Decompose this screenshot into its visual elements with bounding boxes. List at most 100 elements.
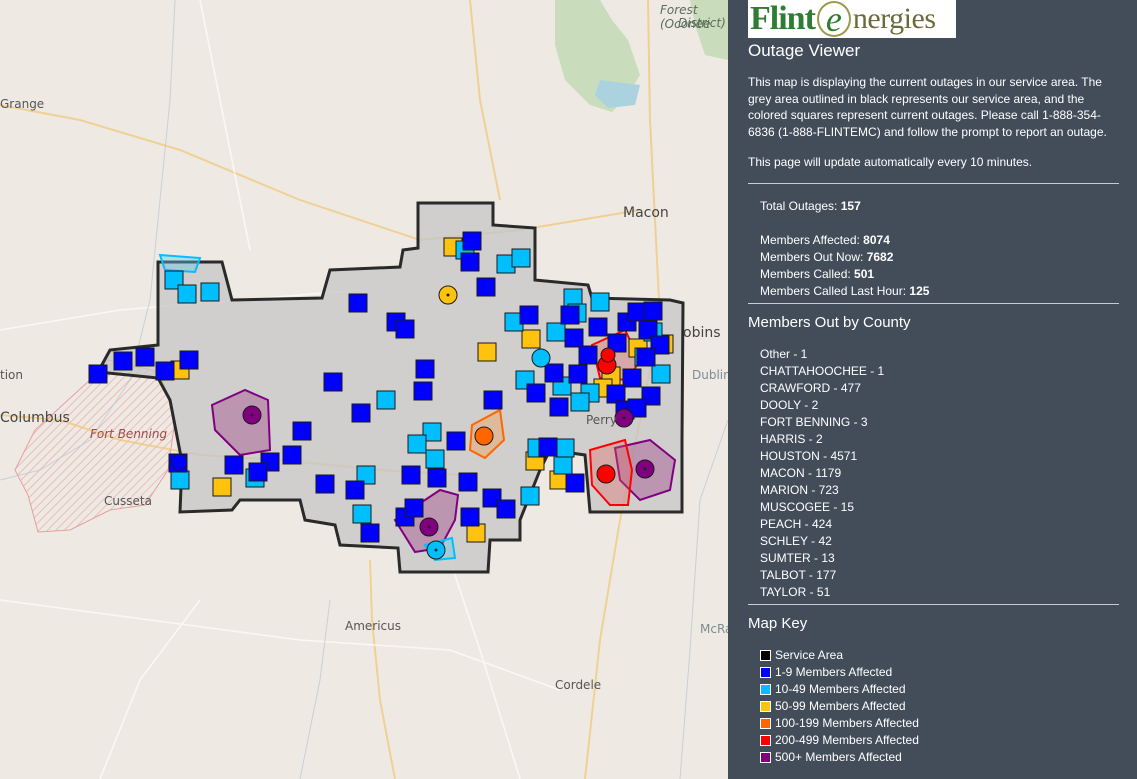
county-item: Other - 1	[760, 347, 808, 361]
outage-marker-88[interactable]	[622, 368, 642, 388]
outage-marker-27[interactable]	[520, 486, 540, 506]
outage-marker-100[interactable]	[531, 348, 551, 368]
outage-marker-40[interactable]	[570, 392, 590, 412]
page-title: Outage Viewer	[748, 41, 861, 60]
outage-marker-77[interactable]	[568, 364, 588, 384]
outage-marker-65[interactable]	[427, 468, 447, 488]
outage-marker-56[interactable]	[351, 403, 371, 423]
key-item-500-plus: 500+ Members Affected	[760, 750, 902, 764]
outage-marker-87[interactable]	[636, 347, 656, 367]
outage-marker-58[interactable]	[282, 445, 302, 465]
outage-marker-69[interactable]	[496, 499, 516, 519]
county-item: DOOLY - 2	[760, 398, 819, 412]
outage-marker-50[interactable]	[462, 231, 482, 251]
outage-marker-46[interactable]	[179, 350, 199, 370]
update-note: This page will update automatically ever…	[748, 155, 1033, 169]
outage-marker-13[interactable]	[177, 284, 197, 304]
county-item: SCHLEY - 42	[760, 534, 832, 548]
swatch	[760, 666, 771, 678]
outage-marker-36[interactable]	[352, 504, 372, 524]
place-label: Perry	[586, 413, 617, 427]
outage-marker-24[interactable]	[407, 434, 427, 454]
outage-marker-4[interactable]	[466, 523, 486, 543]
place-label: Cordele	[555, 678, 602, 692]
place-label: Macon	[623, 205, 669, 221]
outage-marker-105[interactable]	[600, 347, 616, 363]
outage-marker-1[interactable]	[477, 342, 497, 362]
outage-marker-83[interactable]	[627, 302, 647, 322]
outage-marker-45[interactable]	[155, 361, 175, 381]
outage-marker-78[interactable]	[564, 328, 584, 348]
stat-members-affected: Members Affected: 8074	[760, 233, 890, 247]
key-item-1-9: 1-9 Members Affected	[760, 665, 892, 679]
outage-marker-49[interactable]	[395, 319, 415, 339]
marker-center-dot	[250, 413, 254, 417]
outage-marker-52[interactable]	[476, 277, 496, 297]
outage-marker-19[interactable]	[546, 322, 566, 342]
outage-marker-79[interactable]	[578, 345, 598, 365]
outage-marker-22[interactable]	[376, 390, 396, 410]
outage-marker-34[interactable]	[651, 364, 671, 384]
outage-marker-73[interactable]	[360, 523, 380, 543]
outage-marker-51[interactable]	[460, 252, 480, 272]
outage-marker-76[interactable]	[549, 397, 569, 417]
outage-marker-72[interactable]	[404, 498, 424, 518]
key-item-200-499: 200-499 Members Affected	[760, 733, 919, 747]
swatch	[760, 717, 771, 729]
place-label: Fort Benning	[90, 427, 168, 441]
outage-marker-53[interactable]	[415, 359, 435, 379]
outage-marker-17[interactable]	[511, 248, 531, 268]
outage-marker-30[interactable]	[555, 438, 575, 458]
county-item: SUMTER - 13	[760, 551, 835, 565]
outage-marker-28[interactable]	[553, 455, 573, 475]
outage-marker-70[interactable]	[460, 507, 480, 527]
outage-marker-39[interactable]	[590, 292, 610, 312]
place-label: Cusseta	[104, 494, 152, 508]
county-item: PEACH - 424	[760, 517, 833, 531]
outage-marker-74[interactable]	[483, 390, 503, 410]
outage-marker-38[interactable]	[170, 470, 190, 490]
county-item: TAYLOR - 51	[760, 585, 831, 599]
outage-marker-101[interactable]	[170, 453, 188, 471]
outage-marker-60[interactable]	[224, 455, 244, 475]
outage-marker-89[interactable]	[606, 384, 626, 404]
outage-marker-96[interactable]	[560, 305, 580, 325]
outage-marker-25[interactable]	[425, 449, 445, 469]
key-item-50-99: 50-99 Members Affected	[760, 699, 906, 713]
outage-marker-61[interactable]	[248, 462, 268, 482]
outage-marker-84[interactable]	[643, 301, 663, 321]
place-label: tion	[0, 368, 23, 382]
outage-marker-54[interactable]	[413, 381, 433, 401]
outage-marker-63[interactable]	[345, 480, 365, 500]
outage-marker-42[interactable]	[88, 364, 108, 384]
marker-center-dot	[622, 416, 626, 420]
outage-map[interactable]: Forest (Oconee District) Grange Macon ob…	[0, 0, 728, 779]
outage-marker-66[interactable]	[446, 431, 466, 451]
county-item: MUSCOGEE - 15	[760, 500, 855, 514]
outage-marker-55[interactable]	[323, 372, 343, 392]
place-label: District)	[678, 16, 726, 30]
outage-marker-103[interactable]	[474, 426, 494, 446]
map-canvas[interactable]	[0, 0, 728, 779]
outage-marker-57[interactable]	[292, 421, 312, 441]
outage-marker-95[interactable]	[538, 437, 558, 457]
outage-marker-94[interactable]	[565, 473, 585, 493]
outage-marker-64[interactable]	[401, 465, 421, 485]
place-label: Dublin	[692, 368, 728, 382]
outage-marker-5[interactable]	[212, 477, 232, 497]
outage-marker-97[interactable]	[544, 363, 564, 383]
outage-marker-75[interactable]	[526, 383, 546, 403]
outage-marker-47[interactable]	[348, 293, 368, 313]
outage-marker-14[interactable]	[200, 282, 220, 302]
place-label: obins	[683, 325, 721, 341]
outage-marker-2[interactable]	[521, 329, 541, 349]
outage-marker-80[interactable]	[588, 317, 608, 337]
outage-marker-44[interactable]	[135, 347, 155, 367]
marker-center-dot	[427, 525, 431, 529]
outage-marker-43[interactable]	[113, 351, 133, 371]
outage-marker-106[interactable]	[596, 464, 616, 484]
county-item: CRAWFORD - 477	[760, 381, 861, 395]
outage-marker-67[interactable]	[458, 472, 478, 492]
outage-marker-62[interactable]	[315, 474, 335, 494]
outage-marker-93[interactable]	[519, 305, 539, 325]
